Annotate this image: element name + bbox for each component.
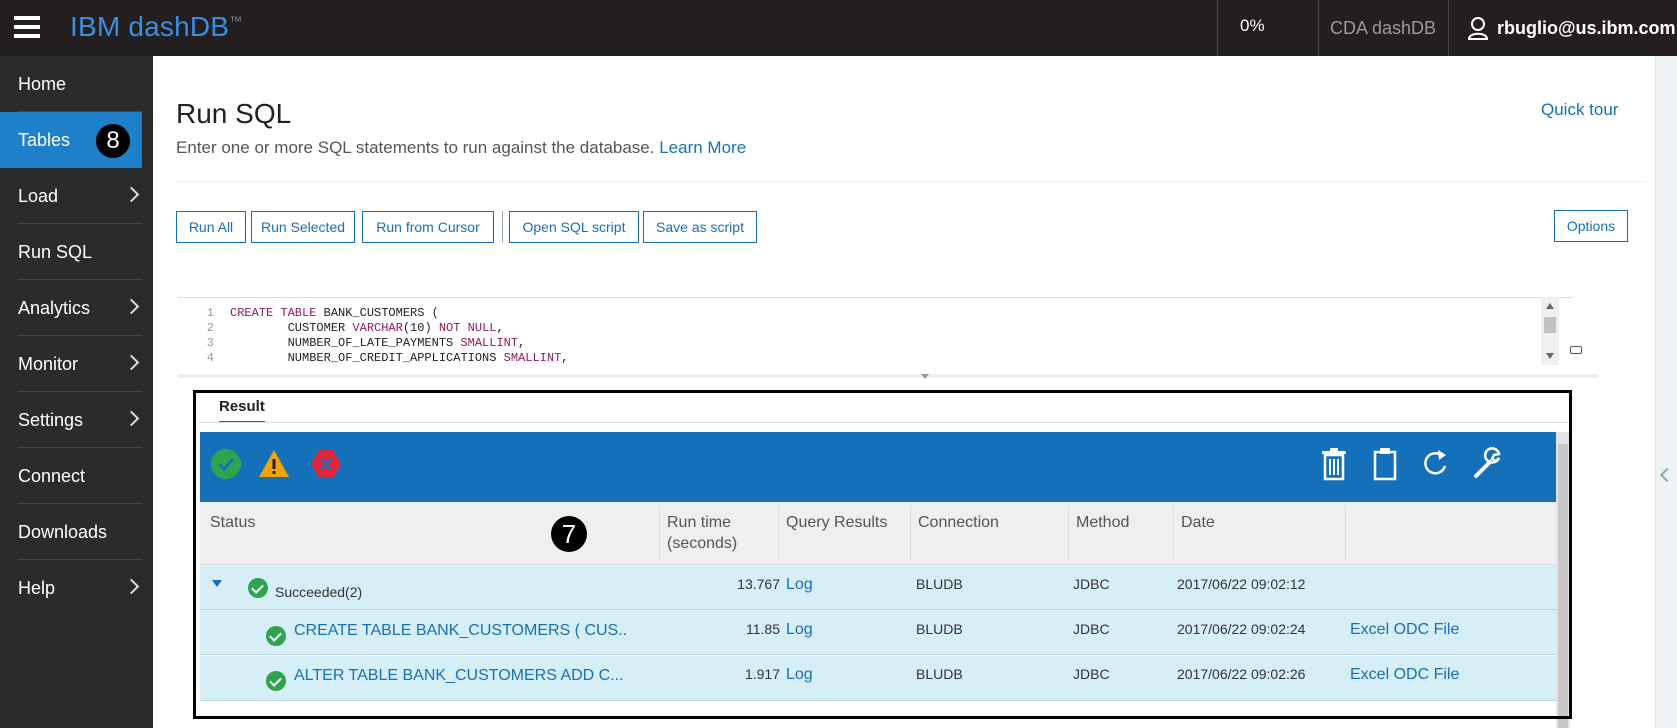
sql-keyword: VARCHAR	[352, 321, 403, 335]
sidebar-item-label: Home	[18, 74, 67, 94]
run-from-cursor-button[interactable]: Run from Cursor	[362, 211, 494, 243]
sidebar-item-run-sql[interactable]: Run SQL	[0, 224, 153, 280]
sidebar-item-tables[interactable]: Tables 8	[0, 112, 142, 168]
scrollbar-thumb[interactable]	[1544, 317, 1556, 333]
sidebar-item-label: Help	[18, 578, 56, 598]
toolbar-divider	[502, 211, 503, 243]
sidebar-item-help[interactable]: Help	[0, 560, 153, 616]
sidebar-item-analytics[interactable]: Analytics	[0, 280, 153, 336]
quick-tour-link[interactable]: Quick tour	[1541, 100, 1618, 120]
chevron-left-icon	[1659, 467, 1675, 483]
line-number: 1	[206, 306, 214, 320]
editor-line: 3 NUMBER_OF_LATE_PAYMENTS SMALLINT,	[178, 336, 1573, 351]
editor-line: 1 CREATE TABLE BANK_CUSTOMERS (	[178, 306, 1573, 321]
chevron-right-icon	[123, 186, 140, 203]
callout-highlight-box	[193, 390, 1572, 719]
sidebar-item-label: Connect	[18, 466, 86, 486]
editor-line: 2 CUSTOMER VARCHAR(10) NOT NULL,	[178, 321, 1573, 336]
chevron-right-icon	[123, 354, 140, 371]
sidebar-item-downloads[interactable]: Downloads	[0, 504, 153, 560]
user-email: rbuglio@us.ibm.com	[1497, 18, 1676, 38]
sidebar-item-label: Monitor	[18, 354, 79, 374]
run-all-button[interactable]: Run All	[176, 211, 246, 243]
sidebar-item-label: Run SQL	[18, 242, 93, 262]
sql-text: ,	[518, 336, 526, 350]
brand-trademark: ™	[229, 13, 243, 29]
sql-text: NUMBER_OF_LATE_PAYMENTS	[230, 336, 461, 350]
sql-keyword: NOT NULL	[438, 321, 497, 335]
sql-text: BANK_CUSTOMERS (	[316, 306, 439, 320]
sidebar-item-label: Analytics	[18, 298, 91, 318]
code-line: NUMBER_OF_LATE_PAYMENTS SMALLINT,	[230, 336, 526, 350]
instance-name[interactable]: CDA dashDB	[1318, 0, 1448, 56]
sql-text: (10)	[402, 321, 439, 335]
sidebar-item-label: Downloads	[18, 522, 108, 542]
editor-line: 4 NUMBER_OF_CREDIT_APPLICATIONS SMALLINT…	[178, 351, 1573, 366]
learn-more-link[interactable]: Learn More	[659, 138, 746, 157]
top-bar: IBM dashDB™ 0% CDA dashDB rbuglio@us.ibm…	[0, 0, 1677, 56]
options-button[interactable]: Options	[1554, 210, 1628, 242]
chevron-right-icon	[123, 578, 140, 595]
chevron-right-icon	[123, 410, 140, 427]
sql-editor[interactable]: 1 CREATE TABLE BANK_CUSTOMERS ( 2 CUSTOM…	[178, 297, 1573, 368]
code-line: CREATE TABLE BANK_CUSTOMERS (	[230, 306, 439, 320]
main-content: Run SQL Enter one or more SQL statements…	[153, 56, 1655, 728]
sidebar-item-monitor[interactable]: Monitor	[0, 336, 153, 392]
page-title: Run SQL	[176, 98, 292, 129]
hamburger-menu-icon[interactable]	[14, 16, 40, 40]
scroll-up-icon[interactable]	[1546, 303, 1554, 309]
editor-minimize-icon[interactable]	[1570, 346, 1582, 354]
line-number: 3	[206, 336, 214, 350]
sidebar-item-load[interactable]: Load	[0, 168, 153, 224]
callout-badge: 8	[96, 124, 130, 158]
progress-indicator: 0%	[1240, 16, 1265, 35]
sql-keyword: CREATE TABLE	[230, 306, 317, 320]
brand-name: IBM dashDB	[70, 11, 230, 42]
sidebar-item-label: Load	[18, 186, 59, 206]
editor-scrollbar[interactable]	[1541, 297, 1559, 365]
sql-text: ,	[561, 351, 569, 365]
sidebar-item-connect[interactable]: Connect	[0, 448, 153, 504]
run-selected-button[interactable]: Run Selected	[251, 211, 355, 243]
sidebar-item-settings[interactable]: Settings	[0, 392, 153, 448]
open-sql-script-button[interactable]: Open SQL script	[509, 211, 639, 243]
sidebar-item-home[interactable]: Home	[0, 56, 153, 112]
sql-keyword: SMALLINT	[503, 351, 562, 365]
divider	[176, 181, 1646, 182]
code-line: CUSTOMER VARCHAR(10) NOT NULL,	[230, 321, 504, 335]
brand-logo[interactable]: IBM dashDB™	[70, 11, 242, 43]
editor-splitter[interactable]	[178, 374, 1598, 378]
sidebar: Home Tables 8 Load Run SQL Analytics Moni…	[0, 56, 153, 728]
sidebar-item-label: Tables	[18, 130, 71, 150]
sql-text: ,	[496, 321, 504, 335]
user-menu[interactable]: rbuglio@us.ibm.com	[1449, 0, 1677, 56]
line-number: 2	[206, 321, 214, 335]
chevron-right-icon	[123, 298, 140, 315]
sidebar-item-label: Settings	[18, 410, 84, 430]
splitter-arrow-icon[interactable]	[921, 374, 929, 379]
code-line: NUMBER_OF_CREDIT_APPLICATIONS SMALLINT,	[230, 351, 569, 365]
line-number: 4	[206, 351, 214, 365]
sql-keyword: SMALLINT	[460, 336, 519, 350]
scroll-down-icon[interactable]	[1546, 353, 1554, 359]
right-panel-toggle[interactable]	[1655, 56, 1677, 728]
page-description: Enter one or more SQL statements to run …	[176, 138, 746, 158]
user-icon	[1467, 17, 1489, 40]
sql-text: NUMBER_OF_CREDIT_APPLICATIONS	[230, 351, 504, 365]
sql-text: CUSTOMER	[230, 321, 353, 335]
save-as-script-button[interactable]: Save as script	[643, 211, 757, 243]
description-text: Enter one or more SQL statements to run …	[176, 138, 655, 157]
